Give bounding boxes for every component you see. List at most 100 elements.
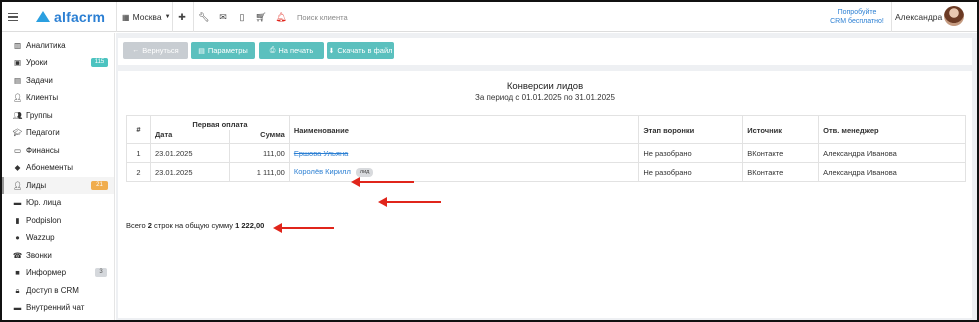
lead-name-link[interactable]: Ершова Ульяна <box>294 149 348 158</box>
promo-line-1: Попробуйте <box>837 9 877 16</box>
search-input[interactable] <box>297 10 497 24</box>
report-total: Всего 2 строк на общую сумму 1 222,00 <box>126 221 264 230</box>
row-number: 1 <box>126 143 151 163</box>
col-stage-header: Этап воронки <box>638 115 744 144</box>
branch-selector[interactable]: ▦ Москва ▼ <box>122 2 171 32</box>
print-button[interactable]: ⎙ На печать <box>259 42 324 59</box>
promo-link[interactable]: Попробуйте CRM бесплатно! <box>822 2 892 32</box>
app-frame: alfacrm ▦Москва▼ ✚ 🔧︎ ✉ ▯ 🛒︎ 🔔︎ Попробуй… <box>0 0 979 322</box>
report-title: Конверсии лидов <box>506 81 584 92</box>
teacher-icon: 🎓︎ <box>12 128 23 137</box>
sidebar-item-leads[interactable]: 👤︎ Лиды 21 <box>2 177 114 194</box>
total-middle-text: строк на общую сумму <box>151 221 236 230</box>
sidebar-item-label: Аналитика <box>26 41 66 50</box>
col-date-header: Дата <box>149 129 230 144</box>
row-source: ВКонтакте <box>742 143 820 163</box>
print-button-label: На печать <box>278 46 314 55</box>
logo[interactable]: alfacrm <box>36 2 105 32</box>
col-name-header: Наименование <box>288 115 640 144</box>
lock-icon: 🔒︎ <box>15 285 20 295</box>
annotation-arrow <box>378 197 441 207</box>
total-prefix: Всего <box>126 221 148 230</box>
money-icon: ▭ <box>13 146 22 155</box>
user-name[interactable]: Александра <box>895 2 942 32</box>
back-button-label: Вернуться <box>142 46 179 55</box>
lessons-count-badge: 115 <box>91 58 108 67</box>
sidebar-item-label: Внутренний чат <box>26 303 85 312</box>
total-sum: 1 222,00 <box>235 221 265 230</box>
sidebar-item-analytics[interactable]: ▥ Аналитика <box>2 37 114 54</box>
download-button[interactable]: ⬇ Скачать в файл <box>327 42 394 59</box>
tasks-icon: ▤ <box>13 76 22 85</box>
sidebar-item-teachers[interactable]: 🎓︎ Педагоги <box>2 124 114 141</box>
sidebar-item-label: Группы <box>26 111 53 120</box>
sidebar-item-podpislon[interactable]: ▮ Podpislon <box>2 212 114 229</box>
sidebar-item-label: Абонементы <box>26 163 74 172</box>
row-date: 23.01.2025 <box>149 143 230 163</box>
wrench-icon[interactable]: 🔧︎ <box>197 2 211 32</box>
sidebar-item-label: Клиенты <box>26 93 59 102</box>
table-row: 1 23.01.2025 111,00 Ершова Ульяна Не раз… <box>126 143 966 163</box>
back-button[interactable]: ← Вернуться <box>123 42 188 59</box>
group-icon: 👥︎ <box>12 111 23 120</box>
download-icon: ⬇ <box>328 47 335 55</box>
sidebar-item-label: Wazzup <box>26 233 55 242</box>
hamburger-menu-icon[interactable] <box>8 2 20 32</box>
sidebar-item-finance[interactable]: ▭ Финансы <box>2 142 114 159</box>
mobile-icon[interactable]: ▯ <box>235 2 249 32</box>
avatar[interactable] <box>944 6 964 26</box>
mail-icon[interactable]: ✉ <box>216 2 230 32</box>
sidebar-item-label: Доступ в CRM <box>26 286 79 295</box>
annotation-arrow <box>351 177 414 187</box>
sidebar-item-calls[interactable]: ☎ Звонки <box>2 247 114 264</box>
report-period: За период с 01.01.2025 по 31.01.2025 <box>475 93 615 102</box>
row-date: 23.01.2025 <box>149 162 230 182</box>
bell-icon[interactable]: 🔔︎ <box>274 2 288 32</box>
sidebar-item-legal-entities[interactable]: ▬ Юр. лица <box>2 194 114 211</box>
sidebar-item-internal-chat[interactable]: ▬ Внутренний чат <box>2 299 114 316</box>
table-row: 2 23.01.2025 1 111,00 Королёв Кирилл лид … <box>126 162 966 182</box>
row-sum: 1 111,00 <box>228 162 290 182</box>
table-header-row: # Первая оплата Наименование Этап воронк… <box>126 115 966 144</box>
sidebar-item-crm-access[interactable]: 🔒︎ Доступ в CRM <box>2 282 114 299</box>
sidebar-item-label: Информер <box>26 268 67 277</box>
report-toolbar: ← Вернуться ▤ Параметры ⎙ На печать ⬇ Скачат… <box>118 38 972 65</box>
chevron-down-icon: ▼ <box>164 14 171 20</box>
sidebar-item-groups[interactable]: 👥︎ Группы <box>2 107 114 124</box>
sidebar-item-label: Юр. лица <box>26 198 62 207</box>
sidebar-item-wazzup[interactable]: ● Wazzup <box>2 229 114 246</box>
row-name-cell: Королёв Кирилл лид <box>288 162 640 182</box>
col-source-header: Источник <box>742 115 820 144</box>
row-stage: Не разобрано <box>638 143 744 163</box>
parameters-button[interactable]: ▤ Параметры <box>191 42 255 59</box>
sidebar-item-lessons[interactable]: ▣ Уроки 115 <box>2 54 114 71</box>
cart-icon[interactable]: 🛒︎ <box>254 2 268 32</box>
row-stage: Не разобрано <box>638 162 744 182</box>
col-manager-header: Отв. менеджер <box>818 115 966 144</box>
sidebar-item-label: Podpislon <box>26 216 62 225</box>
tag-icon: ◆ <box>14 163 21 172</box>
annotation-arrow <box>273 223 334 233</box>
briefcase-icon: ▬ <box>13 198 22 207</box>
lead-name-link[interactable]: Королёв Кирилл <box>294 167 351 176</box>
row-sum: 111,00 <box>228 143 290 163</box>
leads-count-badge: 21 <box>91 181 108 190</box>
top-bar: alfacrm ▦Москва▼ ✚ 🔧︎ ✉ ▯ 🛒︎ 🔔︎ Попробуй… <box>2 2 977 32</box>
whatsapp-icon: ● <box>15 233 20 242</box>
row-number: 2 <box>126 162 151 182</box>
document-icon: ▮ <box>15 216 20 225</box>
document-icon: ▤ <box>198 47 205 55</box>
sidebar-item-subscriptions[interactable]: ◆ Абонементы <box>2 159 114 176</box>
sidebar-item-clients[interactable]: 👤︎ Клиенты <box>2 89 114 106</box>
sidebar-item-tasks[interactable]: ▤ Задачи <box>2 72 114 89</box>
logo-text: alfacrm <box>54 9 106 25</box>
parameters-button-label: Параметры <box>207 46 248 55</box>
informer-icon: ■ <box>15 268 20 277</box>
logo-mark-icon <box>36 10 50 22</box>
sidebar-item-label: Лиды <box>26 181 47 190</box>
sidebar: ▥ Аналитика ▣ Уроки 115 ▤ Задачи 👤︎ Клиенты 👥… <box>2 33 115 320</box>
plus-icon[interactable]: ✚ <box>175 2 189 32</box>
download-button-label: Скачать в файл <box>337 46 393 55</box>
sidebar-item-informer[interactable]: ■ Информер 3 <box>2 264 114 281</box>
user-icon: 👤︎ <box>12 93 23 102</box>
